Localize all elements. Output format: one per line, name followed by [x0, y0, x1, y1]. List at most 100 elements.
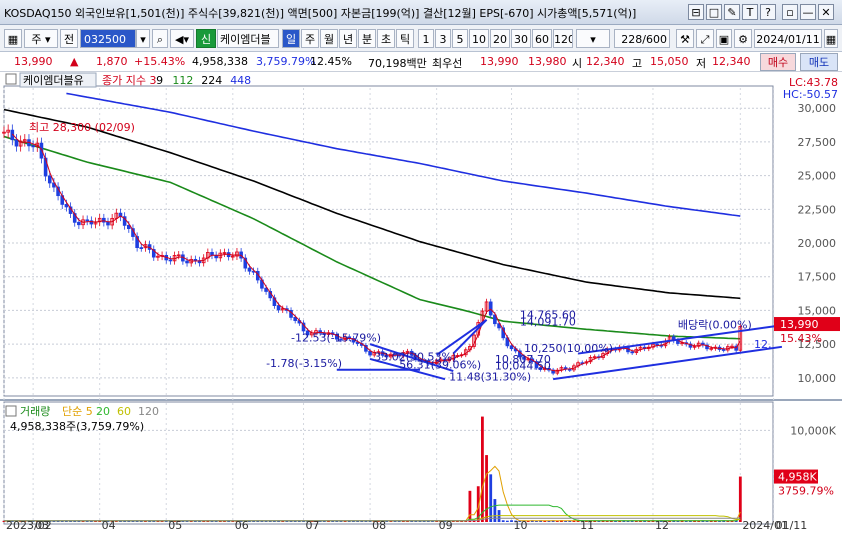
tab-second[interactable]: 초 — [377, 29, 395, 48]
volume-legend-item: 단순 5 — [62, 405, 93, 418]
chart-tool-icon[interactable]: ⤢ — [696, 29, 714, 48]
price-axis-tick-label: 22,500 — [798, 203, 837, 216]
price-legend-item: 112 — [172, 74, 193, 87]
price-axis-tick-label: 25,000 — [798, 170, 837, 183]
high-price: 15,050 — [650, 55, 689, 68]
grid-icon[interactable]: ▦ — [4, 29, 22, 48]
stock-name: 케이엠더블 — [217, 29, 279, 48]
search-icon[interactable]: ⌕ — [152, 29, 168, 48]
x-axis-tick-label: 11 — [580, 519, 594, 532]
count-value: 228 — [621, 33, 643, 46]
trade-amount: 70,198백만 — [368, 57, 427, 70]
restore-icon[interactable]: □ — [706, 4, 722, 20]
interval-10[interactable]: 10 — [469, 29, 489, 48]
count-total: /600 — [642, 33, 667, 46]
x-axis-tick-label: 01/11 — [776, 519, 808, 532]
ma-axis-label: 12, — [754, 338, 772, 351]
current-price-tag-label: 13,990 — [780, 318, 819, 331]
sound-icon[interactable]: ◀▾ — [170, 29, 194, 48]
interval-1[interactable]: 1 — [418, 29, 434, 48]
interval-3[interactable]: 3 — [435, 29, 451, 48]
price-legend-item: 종가 지수 3 — [102, 74, 156, 87]
tab-minute[interactable]: 분 — [358, 29, 376, 48]
volume-legend-item: 60 — [117, 405, 131, 418]
interval-120[interactable]: 120 — [553, 29, 573, 48]
chart-annotation: 56.31(39.06%) — [399, 358, 481, 371]
x-axis-tick-label: 03 — [35, 519, 49, 532]
interval-30[interactable]: 30 — [511, 29, 531, 48]
low-price: 12,340 — [712, 55, 751, 68]
tab-day[interactable]: 일 — [282, 29, 300, 48]
tab-year[interactable]: 년 — [339, 29, 357, 48]
candle-body — [247, 267, 252, 272]
interval-custom[interactable]: ▾ — [576, 29, 610, 48]
x-axis-tick-label: 04 — [102, 519, 116, 532]
x-axis-tick-label: 07 — [306, 519, 320, 532]
price-axis-tick-label: 27,500 — [798, 136, 837, 149]
calendar-icon[interactable]: ▦ — [824, 29, 838, 48]
volume-bar — [489, 474, 493, 522]
volume-bar — [510, 520, 513, 522]
tab-week[interactable]: 주 — [301, 29, 319, 48]
volume: 4,958,338 — [192, 55, 248, 68]
candle-body — [368, 350, 372, 356]
candle-body — [193, 259, 198, 261]
text-icon[interactable]: T — [742, 4, 758, 20]
high-label: 고 — [632, 57, 643, 70]
date-field[interactable]: 2024/01/11 — [754, 29, 822, 48]
gear-icon[interactable]: ⚙ — [734, 29, 752, 48]
chart-annotation: 14,091.70 — [520, 315, 576, 328]
hc-label: HC:-50.57 — [783, 88, 838, 101]
interval-20[interactable]: 20 — [490, 29, 510, 48]
toolbar: ▦ 주 ▾ 전 032500 ▾ ⌕ ◀▾ 신 케이엠더블 일 주 월 년 분 … — [0, 25, 842, 52]
market-select[interactable]: 주 ▾ — [24, 29, 58, 48]
volume-bar — [485, 455, 488, 522]
open-label: 시 — [572, 57, 583, 70]
turnover: 12.45% — [310, 55, 352, 68]
volume-bar — [481, 416, 484, 522]
tab-month[interactable]: 월 — [320, 29, 338, 48]
window-title: KOSDAQ150 외국인보유[1,501(천)] 주식수[39,821(천)]… — [4, 7, 637, 20]
candle-body — [139, 247, 144, 249]
price-change-pct: +15.43% — [134, 55, 186, 68]
up-arrow-icon: ▲ — [70, 55, 79, 68]
tab-tick[interactable]: 틱 — [396, 29, 414, 48]
sell-button[interactable]: 매도 — [800, 53, 838, 71]
chevron-down-icon[interactable]: ▾ — [136, 29, 150, 48]
save-icon[interactable]: ▣ — [716, 29, 732, 48]
candle-body — [185, 260, 189, 264]
candle-body — [47, 175, 52, 184]
volume-legend-item: 20 — [96, 405, 110, 418]
help-icon[interactable]: ? — [760, 4, 776, 20]
volume-bar — [501, 520, 505, 522]
price-legend-item: 448 — [230, 74, 251, 87]
volume-panel-title: 거래량 — [20, 405, 50, 418]
open-price: 12,340 — [586, 55, 625, 68]
layout-icon[interactable]: ⊟ — [688, 4, 704, 20]
price-chart[interactable]: 30,000 27,500 25,000 22,500 20,000 17,500 15,0… — [0, 72, 842, 533]
market-select-label: 주 — [31, 33, 42, 46]
tile-icon[interactable]: ▫ — [782, 4, 798, 20]
buy-button[interactable]: 매수 — [760, 53, 796, 71]
count-field[interactable]: 228/600 — [614, 29, 670, 48]
stock-code-input[interactable]: 032500 — [80, 29, 136, 48]
best-ask: 13,990 — [480, 55, 519, 68]
price-change: 1,870 — [96, 55, 128, 68]
volume-ratio: 3,759.79% — [256, 55, 316, 68]
interval-5[interactable]: 5 — [452, 29, 468, 48]
volume-value-text: 4,958,338주(3,759.79%) — [10, 420, 144, 433]
pin-icon[interactable]: ✎ — [724, 4, 740, 20]
close-icon[interactable]: ✕ — [818, 4, 834, 20]
price-axis-tick-label: 20,000 — [798, 237, 837, 250]
candle-body — [630, 351, 634, 354]
x-axis-tick-label: 10 — [514, 519, 528, 532]
candle-body — [106, 221, 110, 226]
minimize-icon[interactable]: — — [800, 4, 816, 20]
interval-60[interactable]: 60 — [532, 29, 552, 48]
mode-button[interactable]: 전 — [60, 29, 78, 48]
tools-icon[interactable]: ⚒ — [676, 29, 694, 48]
chart-annotation: 배당락(0.00%) — [678, 319, 752, 332]
chart-background — [0, 72, 842, 533]
x-axis-tick-label: 06 — [235, 519, 249, 532]
candle-body — [488, 301, 493, 316]
